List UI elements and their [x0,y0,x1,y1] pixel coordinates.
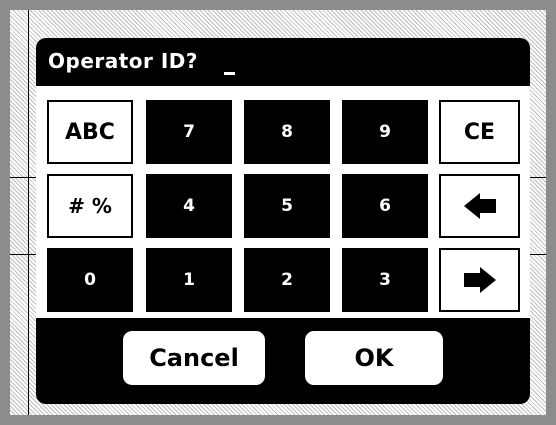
key-9[interactable]: 9 [342,100,428,164]
backspace-button[interactable] [439,174,520,238]
abc-mode-button[interactable]: ABC [47,100,133,164]
operator-id-dialog: Operator ID? ABC 7 8 9 CE # % 4 5 6 0 1 … [36,38,530,404]
forward-button[interactable] [439,248,520,312]
key-1[interactable]: 1 [146,248,232,312]
key-8[interactable]: 8 [244,100,330,164]
key-7[interactable]: 7 [146,100,232,164]
dialog-title: Operator ID? [48,49,199,73]
keypad-panel: ABC 7 8 9 CE # % 4 5 6 0 1 2 3 [36,86,530,318]
right-arrow-icon [463,267,496,293]
key-5[interactable]: 5 [244,174,330,238]
background-divider [28,10,29,415]
key-0[interactable]: 0 [47,248,133,312]
cancel-button[interactable]: Cancel [120,328,268,388]
key-3[interactable]: 3 [342,248,428,312]
text-cursor [224,72,235,75]
clear-entry-button[interactable]: CE [439,100,520,164]
ok-button[interactable]: OK [302,328,446,388]
key-6[interactable]: 6 [342,174,428,238]
left-arrow-icon [463,193,496,219]
symbols-mode-button[interactable]: # % [47,174,133,238]
key-2[interactable]: 2 [244,248,330,312]
key-4[interactable]: 4 [146,174,232,238]
